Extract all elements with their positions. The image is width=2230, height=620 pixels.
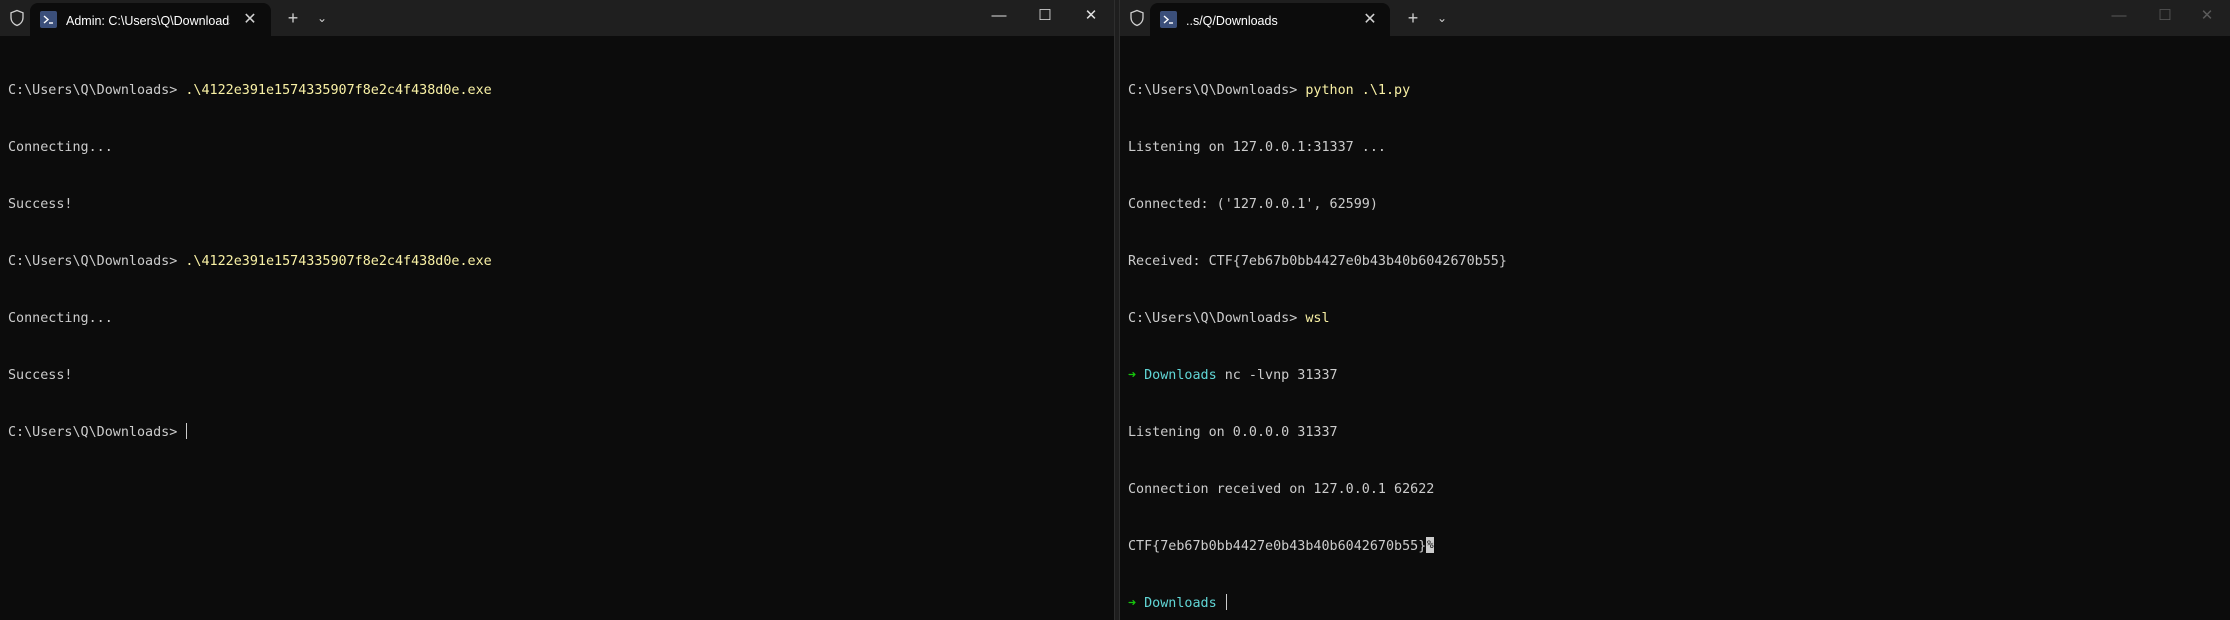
prompt: C:\Users\Q\Downloads> <box>8 83 186 98</box>
terminal-line: Listening on 0.0.0.0 31337 <box>1128 425 1338 440</box>
maximize-button[interactable]: ☐ <box>2142 0 2188 32</box>
prompt: C:\Users\Q\Downloads> <box>1128 83 1306 98</box>
terminal-line: Success! <box>8 197 73 212</box>
terminal-line: Connecting... <box>8 140 113 155</box>
title-bar[interactable]: Admin: C:\Users\Q\Downloads ✕ + ⌄ — ☐ ✕ <box>0 0 1114 36</box>
chevron-down-icon[interactable]: ⌄ <box>311 6 333 30</box>
terminal-line: Connection received on 127.0.0.1 62622 <box>1128 482 1435 497</box>
maximize-button[interactable]: ☐ <box>1022 0 1068 32</box>
terminal-line: Connected: ('127.0.0.1', 62599) <box>1128 197 1378 212</box>
terminal-line: C:\Users\Q\Downloads> python .\1.py <box>1128 81 2222 100</box>
new-tab-button[interactable]: + <box>1401 6 1425 30</box>
command: .\4122e391e1574335907f8e2c4f438d0e.exe <box>185 83 492 98</box>
close-icon[interactable]: ✕ <box>241 11 259 29</box>
command: nc -lvnp 31337 <box>1216 368 1338 383</box>
prompt-directory: Downloads <box>1144 596 1217 611</box>
text-cursor <box>186 423 188 439</box>
terminal-line: Connecting... <box>8 311 113 326</box>
prompt: C:\Users\Q\Downloads> <box>8 425 186 440</box>
terminal-line[interactable]: C:\Users\Q\Downloads> <box>8 423 1106 442</box>
shield-icon <box>10 9 24 27</box>
tab-title: ..s/Q/Downloads <box>1186 14 1278 28</box>
desktop: Admin: C:\Users\Q\Downloads ✕ + ⌄ — ☐ ✕ … <box>0 0 2230 620</box>
terminal-line: Received: CTF{7eb67b0bb4427e0b43b40b6042… <box>1128 254 1507 269</box>
terminal-window-right[interactable]: ..s/Q/Downloads ✕ + ⌄ — ☐ ✕ C:\Users\Q\D… <box>1120 0 2230 620</box>
chevron-down-icon[interactable]: ⌄ <box>1431 6 1453 30</box>
terminal-window-left[interactable]: Admin: C:\Users\Q\Downloads ✕ + ⌄ — ☐ ✕ … <box>0 0 1114 620</box>
command: python .\1.py <box>1305 83 1411 98</box>
close-icon[interactable]: ✕ <box>1361 11 1379 29</box>
terminal-line: CTF{7eb67b0bb4427e0b43b40b6042670b55}% <box>1128 537 2222 556</box>
terminal-line: C:\Users\Q\Downloads> .\4122e391e1574335… <box>8 81 1106 100</box>
text-cursor <box>1225 594 1227 610</box>
terminal-line: Listening on 127.0.0.1:31337 ... <box>1128 140 1386 155</box>
terminal-output[interactable]: C:\Users\Q\Downloads> python .\1.py List… <box>1128 43 2222 620</box>
shield-icon <box>1130 9 1144 27</box>
close-window-button[interactable]: ✕ <box>2184 0 2230 32</box>
powershell-icon <box>1160 11 1177 28</box>
minimize-button[interactable]: — <box>976 0 1022 32</box>
prompt: C:\Users\Q\Downloads> <box>1128 311 1306 326</box>
terminal-line[interactable]: ➜ Downloads <box>1128 594 2222 613</box>
minimize-button[interactable]: — <box>2096 0 2142 32</box>
no-newline-marker: % <box>1426 537 1435 553</box>
prompt-arrow-icon: ➜ <box>1128 368 1145 383</box>
terminal-line: C:\Users\Q\Downloads> .\4122e391e1574335… <box>8 252 1106 271</box>
command: wsl <box>1305 311 1330 326</box>
command: .\4122e391e1574335907f8e2c4f438d0e.exe <box>185 254 492 269</box>
terminal-line: ➜ Downloads nc -lvnp 31337 <box>1128 366 2222 385</box>
terminal-line: Success! <box>8 368 73 383</box>
prompt-arrow-icon: ➜ <box>1128 596 1145 611</box>
flag-output: CTF{7eb67b0bb4427e0b43b40b6042670b55} <box>1128 539 1427 554</box>
new-tab-button[interactable]: + <box>281 6 305 30</box>
title-bar[interactable]: ..s/Q/Downloads ✕ + ⌄ — ☐ ✕ <box>1120 0 2230 36</box>
tab-title: Admin: C:\Users\Q\Downloads <box>66 14 230 28</box>
tab-admin-downloads[interactable]: Admin: C:\Users\Q\Downloads ✕ <box>30 3 271 36</box>
close-window-button[interactable]: ✕ <box>1068 0 1114 32</box>
tab-downloads[interactable]: ..s/Q/Downloads ✕ <box>1150 3 1390 36</box>
powershell-icon <box>40 11 57 28</box>
prompt-directory: Downloads <box>1144 368 1217 383</box>
terminal-line: C:\Users\Q\Downloads> wsl <box>1128 309 2222 328</box>
terminal-output[interactable]: C:\Users\Q\Downloads> .\4122e391e1574335… <box>8 43 1106 620</box>
prompt: C:\Users\Q\Downloads> <box>8 254 186 269</box>
